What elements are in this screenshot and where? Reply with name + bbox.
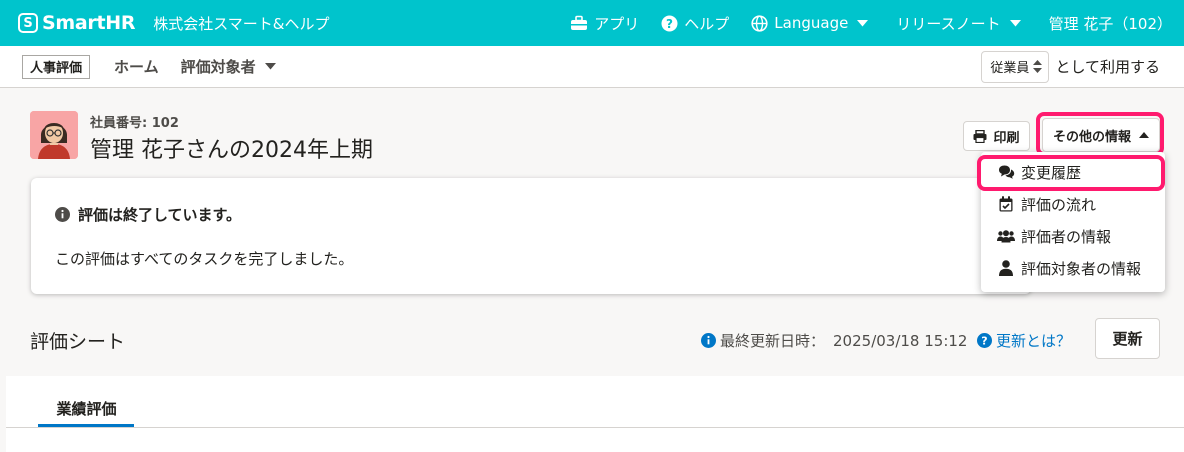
user-icon — [997, 260, 1015, 276]
print-button[interactable]: 印刷 — [963, 121, 1030, 151]
smarthr-logo[interactable]: S SmartHR — [18, 12, 136, 34]
user-menu[interactable]: 管理 花子（102） — [1049, 13, 1172, 34]
app-label: 人事評価 — [22, 54, 91, 79]
last-updated-label: 最終更新日時： — [720, 332, 826, 350]
update-help-label: 更新とは？ — [996, 332, 1072, 350]
sheet-title: 評価シート — [30, 331, 126, 353]
logo-mark: S — [18, 13, 38, 33]
language-menu[interactable]: Language — [751, 14, 874, 32]
dropdown-item-evaluator-info[interactable]: 評価者の情報 — [981, 220, 1165, 252]
users-icon — [997, 229, 1015, 243]
dropdown-item-label: 評価対象者の情報 — [1021, 259, 1142, 278]
more-info-highlight — [1036, 112, 1164, 156]
role-select[interactable]: 従業員 — [981, 50, 1050, 83]
caret-down-icon — [1009, 19, 1021, 26]
svg-text:?: ? — [666, 16, 673, 30]
sort-icon — [1033, 60, 1043, 73]
completion-notice: 評価は終了しています。 この評価はすべてのタスクを完了しました。 — [31, 178, 1031, 294]
dropdown-item-label: 評価の流れ — [1021, 195, 1097, 214]
user-name: 管理 花子（102） — [1048, 14, 1172, 33]
employee-number: 社員番号: 102 — [90, 116, 179, 131]
avatar — [30, 111, 78, 159]
print-icon — [973, 129, 987, 143]
app-nav-bar: 人事評価 ホーム 評価対象者 従業員 として利用する — [0, 46, 1184, 88]
caret-down-icon — [264, 63, 276, 70]
release-notes-label: リリースノート — [896, 14, 1001, 33]
question-circle-icon: ? — [661, 15, 678, 31]
toolbox-icon — [571, 15, 588, 30]
sheet-tab-panel: 業績評価 — [6, 376, 1184, 452]
apps-menu[interactable]: アプリ — [570, 13, 639, 34]
info-circle-icon — [55, 207, 70, 222]
question-circle-icon: ? — [977, 333, 992, 348]
info-circle-icon — [701, 333, 716, 348]
calendar-check-icon — [997, 196, 1015, 212]
top-nav: アプリ ? ヘルプ Language リリースノート 管理 花子（102） — [570, 0, 1184, 46]
dropdown-item-target-info[interactable]: 評価対象者の情報 — [981, 252, 1165, 284]
dropdown-item-evaluation-flow[interactable]: 評価の流れ — [981, 188, 1165, 220]
role-suffix: として利用する — [1055, 58, 1160, 76]
help-label: ヘルプ — [684, 14, 730, 33]
notice-title: 評価は終了しています。 — [55, 204, 241, 225]
nav-evaluation-targets[interactable]: 評価対象者 — [181, 56, 276, 77]
role-switcher: 従業員 として利用する — [981, 50, 1160, 83]
role-select-value: 従業員 — [990, 61, 1030, 76]
svg-text:?: ? — [981, 335, 987, 348]
tenant-name: 株式会社スマート&ヘルプ — [153, 14, 330, 33]
nav-home[interactable]: ホーム — [114, 56, 159, 77]
apps-label: アプリ — [594, 14, 640, 33]
print-label: 印刷 — [993, 130, 1020, 146]
caret-down-icon — [857, 19, 869, 26]
logo-text: SmartHR — [42, 12, 136, 34]
update-help-link[interactable]: ? 更新とは？ — [977, 330, 1071, 351]
top-bar: S SmartHR 株式会社スマート&ヘルプ アプリ ? ヘルプ Languag… — [0, 0, 1184, 46]
refresh-button[interactable]: 更新 — [1095, 318, 1160, 359]
tab-divider — [6, 427, 1184, 428]
release-notes-menu[interactable]: リリースノート — [896, 13, 1026, 34]
page-title: 管理 花子さんの2024年上期 — [90, 138, 373, 163]
globe-icon — [751, 14, 768, 32]
last-updated: 最終更新日時： 2025/03/18 15:12 — [701, 330, 967, 351]
change-history-highlight — [977, 155, 1165, 191]
help-menu[interactable]: ? ヘルプ — [661, 13, 729, 34]
language-label: Language — [774, 14, 849, 32]
last-updated-value: 2025/03/18 15:12 — [833, 331, 968, 350]
notice-body: この評価はすべてのタスクを完了しました。 — [55, 250, 354, 268]
nav-evaluation-targets-label: 評価対象者 — [180, 58, 256, 76]
dropdown-item-label: 評価者の情報 — [1021, 227, 1112, 246]
notice-title-text: 評価は終了しています。 — [78, 206, 242, 224]
